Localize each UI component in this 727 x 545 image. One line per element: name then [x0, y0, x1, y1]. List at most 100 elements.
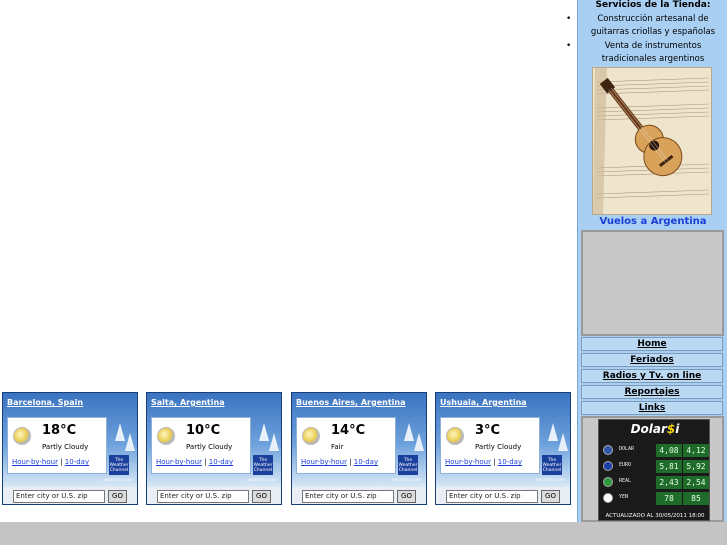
currency-name: EURO — [619, 462, 632, 468]
tree-decoration — [259, 423, 269, 441]
currency-sell: 85 — [683, 492, 709, 505]
partly-cloudy-icon — [13, 427, 31, 445]
tenday-link[interactable]: 10-day — [498, 458, 522, 466]
currency-sell: 2,54 — [683, 476, 709, 489]
go-button[interactable]: GO — [397, 490, 416, 503]
weather-channel-logo[interactable]: The Weather Channel — [109, 455, 129, 475]
tree-decoration — [115, 423, 125, 441]
eu-flag-icon — [603, 461, 613, 471]
dolar-box: Dolar$i DOLAR 4,08 4,12 EURO 5,81 5,92 R… — [581, 416, 724, 522]
guitar-image — [592, 67, 712, 215]
service-item: • Venta de instrumentos tradicionales ar… — [566, 40, 727, 66]
hourly-link[interactable]: Hour-by-hour — [12, 458, 58, 466]
currency-row-real: REAL 2,43 2,54 — [601, 475, 709, 489]
nav-feriados[interactable]: Feriados — [581, 353, 723, 367]
weather-widget-salta: Salta, Argentina 10°C Partly Cloudy Hour… — [146, 392, 282, 505]
currency-row-dolar: DOLAR 4,08 4,12 — [601, 443, 709, 457]
city-search-input[interactable]: Enter city or U.S. zip — [13, 490, 105, 503]
bullet-icon: • — [566, 14, 572, 24]
weather-search-bar: Enter city or U.S. zip GO — [3, 487, 137, 504]
us-flag-icon — [603, 445, 613, 455]
weather-card: 3°C Partly Cloudy Hour-by-hour | 10-day — [440, 417, 540, 474]
weather-condition: Partly Cloudy — [42, 443, 89, 451]
currency-buy: 2,43 — [656, 476, 682, 489]
brazil-flag-icon — [603, 477, 613, 487]
weather-search-bar: Enter city or U.S. zip GO — [147, 487, 281, 504]
weather-condition: Fair — [331, 443, 344, 451]
currency-sell: 4,12 — [683, 444, 709, 457]
nav-links[interactable]: Links — [581, 401, 723, 415]
tenday-link[interactable]: 10-day — [65, 458, 89, 466]
weather-com-label: weather.com — [536, 478, 566, 483]
weather-widget-ushuaia: Ushuaia, Argentina 3°C Partly Cloudy Hou… — [435, 392, 571, 505]
tenday-link[interactable]: 10-day — [209, 458, 233, 466]
weather-com-label: weather.com — [247, 478, 277, 483]
link-separator: | — [201, 458, 209, 466]
partly-cloudy-icon — [157, 427, 175, 445]
weather-channel-logo[interactable]: The Weather Channel — [398, 455, 418, 475]
dolar-logo: Dolar$i — [599, 422, 711, 436]
weather-com-label: weather.com — [103, 478, 133, 483]
weather-links: Hour-by-hour | 10-day — [301, 458, 378, 466]
weather-search-bar: Enter city or U.S. zip GO — [292, 487, 426, 504]
currency-sell: 5,92 — [683, 460, 709, 473]
service-label: Construcción artesanal de guitarras crio… — [590, 14, 716, 37]
tenday-link[interactable]: 10-day — [354, 458, 378, 466]
currency-name: YEN — [619, 494, 629, 500]
hourly-link[interactable]: Hour-by-hour — [301, 458, 347, 466]
weather-channel-logo[interactable]: The Weather Channel — [542, 455, 562, 475]
page: Barcelona, Spain 18°C Partly Cloudy Hour… — [0, 0, 727, 545]
hourly-link[interactable]: Hour-by-hour — [156, 458, 202, 466]
vuelos-link[interactable]: Vuelos a Argentina — [578, 216, 727, 227]
weather-city-link[interactable]: Salta, Argentina — [151, 398, 225, 407]
weather-city-link[interactable]: Buenos Aires, Argentina — [296, 398, 406, 407]
weather-temperature: 3°C — [475, 423, 501, 438]
service-item: • Construcción artesanal de guitarras cr… — [566, 13, 727, 39]
dolar-updated: ACTUALIZADO AL 30/05/2011 18:00 — [605, 513, 705, 519]
fair-weather-icon — [302, 427, 320, 445]
dolar-widget[interactable]: Dolar$i DOLAR 4,08 4,12 EURO 5,81 5,92 R… — [598, 419, 710, 521]
weather-channel-logo[interactable]: The Weather Channel — [253, 455, 273, 475]
currency-row-yen: YEN 78 85 — [601, 491, 709, 505]
bullet-icon: • — [566, 41, 572, 51]
link-separator: | — [346, 458, 354, 466]
currency-buy: 4,08 — [656, 444, 682, 457]
footer-bar — [0, 522, 727, 545]
tree-decoration — [269, 433, 279, 451]
weather-city-link[interactable]: Ushuaia, Argentina — [440, 398, 527, 407]
city-search-input[interactable]: Enter city or U.S. zip — [302, 490, 394, 503]
tree-decoration — [125, 433, 135, 451]
dolar-logo-text: Dolar — [630, 422, 667, 436]
tree-decoration — [548, 423, 558, 441]
weather-temperature: 10°C — [186, 423, 221, 438]
go-button[interactable]: GO — [108, 490, 127, 503]
city-search-input[interactable]: Enter city or U.S. zip — [157, 490, 249, 503]
weather-condition: Partly Cloudy — [186, 443, 233, 451]
link-separator: | — [57, 458, 65, 466]
services-title: Servicios de la Tienda: — [595, 0, 711, 10]
japan-flag-icon — [603, 493, 613, 503]
go-button[interactable]: GO — [541, 490, 560, 503]
ad-placeholder — [581, 230, 724, 336]
nav-radios[interactable]: Radios y Tv. on line — [581, 369, 723, 383]
city-search-input[interactable]: Enter city or U.S. zip — [446, 490, 538, 503]
currency-name: REAL — [619, 478, 632, 484]
dolar-logo-text: i — [675, 422, 680, 436]
currency-buy: 78 — [656, 492, 682, 505]
weather-card: 10°C Partly Cloudy Hour-by-hour | 10-day — [151, 417, 251, 474]
weather-condition: Partly Cloudy — [475, 443, 522, 451]
guitar-icon — [593, 68, 711, 214]
go-button[interactable]: GO — [252, 490, 271, 503]
sidebar: Servicios de la Tienda: • Construcción a… — [566, 0, 727, 522]
hourly-link[interactable]: Hour-by-hour — [445, 458, 491, 466]
weather-widget-buenos-aires: Buenos Aires, Argentina 14°C Fair Hour-b… — [291, 392, 427, 505]
weather-temperature: 18°C — [42, 423, 77, 438]
currency-buy: 5,81 — [656, 460, 682, 473]
weather-city-link[interactable]: Barcelona, Spain — [7, 398, 83, 407]
weather-com-label: weather.com — [392, 478, 422, 483]
nav-reportajes[interactable]: Reportajes — [581, 385, 723, 399]
currency-row-euro: EURO 5,81 5,92 — [601, 459, 709, 473]
weather-temperature: 14°C — [331, 423, 366, 438]
nav-home[interactable]: Home — [581, 337, 723, 351]
tree-decoration — [414, 433, 424, 451]
